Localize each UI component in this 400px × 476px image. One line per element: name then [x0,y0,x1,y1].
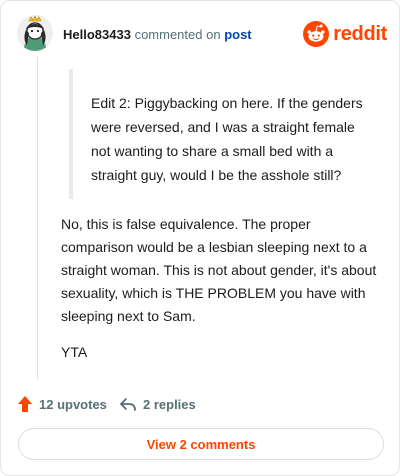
user-avatar[interactable] [17,15,53,51]
comment-body: No, this is false equivalence. The prope… [61,213,381,374]
reply-arrow-icon [120,398,136,411]
post-link[interactable]: post [224,27,251,42]
view-comments-button[interactable]: View 2 comments [18,428,384,460]
upvote-arrow-icon [18,396,32,412]
snoo-avatar-icon [17,15,53,51]
reddit-snoo-icon [303,21,330,47]
reddit-logo[interactable]: reddit [303,21,387,47]
replies-count: 2 replies [143,396,196,412]
comment-meta: Hello83433 commented on post [63,27,252,42]
blockquote: Edit 2: Piggybacking on here. If the gen… [69,69,369,199]
comment-card: Hello83433 commented on post reddit Edit… [0,0,400,476]
username-link[interactable]: Hello83433 [63,27,131,42]
comment-verdict: YTA [61,344,88,360]
comment-paragraph: No, this is false equivalence. The prope… [61,216,377,324]
reddit-wordmark: reddit [333,22,387,45]
upvote-button[interactable]: 12 upvotes [17,393,107,415]
comment-actions: 12 upvotes 2 replies [17,393,377,415]
comment-header: Hello83433 commented on post reddit [17,15,387,55]
replies-button[interactable]: 2 replies [119,393,196,415]
thread-line [37,57,38,379]
quote-text: Edit 2: Piggybacking on here. If the gen… [91,95,363,183]
action-text: commented on [134,27,221,42]
upvote-count: 12 upvotes [39,396,107,412]
